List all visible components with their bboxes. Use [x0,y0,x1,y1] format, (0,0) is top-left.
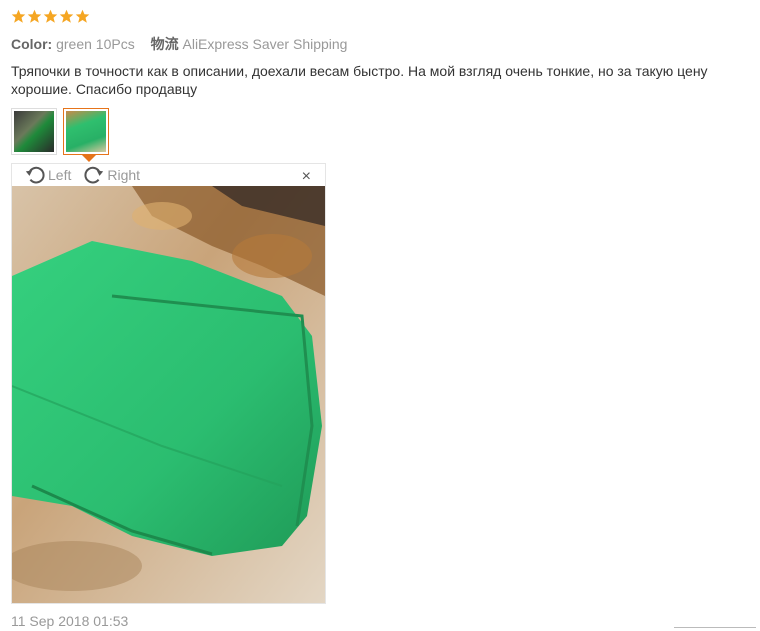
star-icon [27,9,42,23]
photo-thumbnail-2[interactable] [63,108,109,162]
rotate-right-icon [84,166,104,184]
image-viewer: Left Right × [11,163,326,604]
star-icon [11,9,26,23]
review-date: 11 Sep 2018 01:53 [11,613,129,629]
logistics-label: 物流 [150,36,179,52]
divider [674,627,756,628]
star-icon [59,9,74,23]
star-icon [75,9,90,23]
viewer-toolbar: Left Right × [12,164,325,186]
towel-photo [12,186,325,603]
order-info: Color: green 10Pcs 物流 AliExpress Saver S… [11,34,347,54]
close-button[interactable]: × [302,168,311,186]
rotate-right-button[interactable]: Right [83,164,140,186]
star-icon [43,9,58,23]
star-rating [11,9,90,24]
thumbnail-image [66,111,106,152]
rotate-left-button[interactable]: Left [24,164,71,186]
rotate-left-label: Left [48,167,72,183]
color-value: green 10Pcs [56,36,135,52]
rotate-right-label: Right [107,167,141,183]
thumbnail-image [14,111,54,152]
color-label: Color: [11,36,53,52]
thumbnail-strip [11,108,109,162]
rotate-left-icon [25,166,45,184]
active-indicator [82,155,96,162]
logistics-value: AliExpress Saver Shipping [182,36,348,52]
review-text: Тряпочки в точности как в описании, доех… [11,63,708,97]
photo-thumbnail-1[interactable] [11,108,57,155]
review-photo [12,186,325,603]
